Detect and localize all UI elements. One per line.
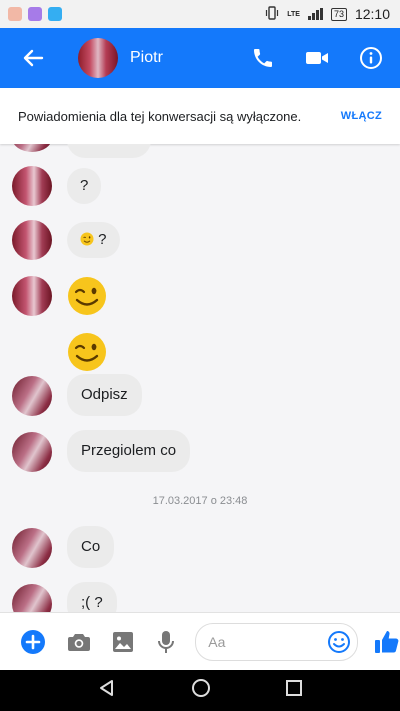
- message-text: Przegiolem co: [81, 442, 177, 459]
- contact-avatar: [12, 376, 52, 416]
- gallery-notification-icon: [28, 7, 42, 21]
- message-bubble[interactable]: Odpisz: [67, 374, 142, 416]
- microphone-icon[interactable]: [154, 629, 180, 655]
- muted-notice-text: Powiadomienia dla tej konwersacji są wył…: [18, 108, 302, 124]
- message-bubble[interactable]: ?: [67, 222, 120, 258]
- clock: 12:10: [354, 6, 390, 22]
- app-notification-icon: [48, 7, 62, 21]
- camera-icon[interactable]: [66, 629, 92, 655]
- message-text: ?: [98, 231, 107, 248]
- message-text: Co: [81, 538, 101, 555]
- contact-avatar: [12, 166, 52, 206]
- muted-notifications-banner: Powiadomienia dla tej konwersacji są wył…: [0, 88, 400, 144]
- message-bubble[interactable]: [67, 144, 151, 158]
- contact-avatar: [12, 528, 52, 568]
- gallery-icon[interactable]: [110, 629, 136, 655]
- network-type: LTE: [287, 10, 300, 18]
- battery-level: 73: [330, 7, 347, 21]
- info-icon[interactable]: [358, 45, 384, 71]
- contact-avatar: [12, 584, 52, 612]
- contact-avatar: [12, 276, 52, 316]
- message-input[interactable]: Aa: [195, 623, 358, 661]
- message-composer: Aa: [0, 612, 400, 671]
- signal-icon: [307, 8, 323, 20]
- message-bubble[interactable]: ;( ?: [67, 582, 117, 612]
- recents-nav-icon[interactable]: [285, 679, 303, 702]
- back-nav-icon[interactable]: [97, 678, 117, 703]
- message-bubble[interactable]: Przegiolem co: [67, 430, 191, 472]
- message-text: Odpisz: [81, 386, 128, 403]
- contact-avatar: [12, 220, 52, 260]
- system-navigation-bar: [0, 670, 400, 711]
- message-text: ;( ?: [81, 594, 103, 611]
- wink-emoji-icon[interactable]: [67, 332, 107, 372]
- contact-name[interactable]: Piotr: [130, 49, 163, 67]
- vibrate-icon: [265, 5, 279, 23]
- status-bar: LTE 73 12:10: [0, 0, 400, 28]
- thumbs-up-icon[interactable]: [374, 629, 400, 655]
- contact-avatar: [12, 144, 52, 152]
- message-list[interactable]: ? ? Odpisz Przegiolem co 17.03.2017 o 23…: [0, 144, 400, 612]
- plus-icon[interactable]: [20, 629, 46, 655]
- video-call-icon[interactable]: [304, 45, 330, 71]
- wink-emoji-icon: [80, 232, 94, 246]
- message-timestamp: 17.03.2017 o 23:48: [152, 495, 248, 507]
- conversation-header: Piotr: [0, 28, 400, 88]
- home-nav-icon[interactable]: [191, 678, 211, 703]
- contact-avatar: [12, 432, 52, 472]
- enable-notifications-button[interactable]: WŁĄCZ: [341, 110, 382, 122]
- wink-emoji-icon[interactable]: [67, 276, 107, 316]
- back-arrow-icon[interactable]: [18, 43, 48, 73]
- app-notification-icon: [8, 7, 22, 21]
- message-input-placeholder: Aa: [208, 634, 226, 650]
- message-bubble[interactable]: Co: [67, 526, 115, 568]
- contact-avatar[interactable]: [78, 38, 118, 78]
- notification-icons: [8, 7, 62, 21]
- phone-icon[interactable]: [250, 45, 276, 71]
- emoji-picker-icon[interactable]: [327, 630, 351, 654]
- message-bubble[interactable]: ?: [67, 168, 102, 204]
- message-text: ?: [80, 177, 89, 194]
